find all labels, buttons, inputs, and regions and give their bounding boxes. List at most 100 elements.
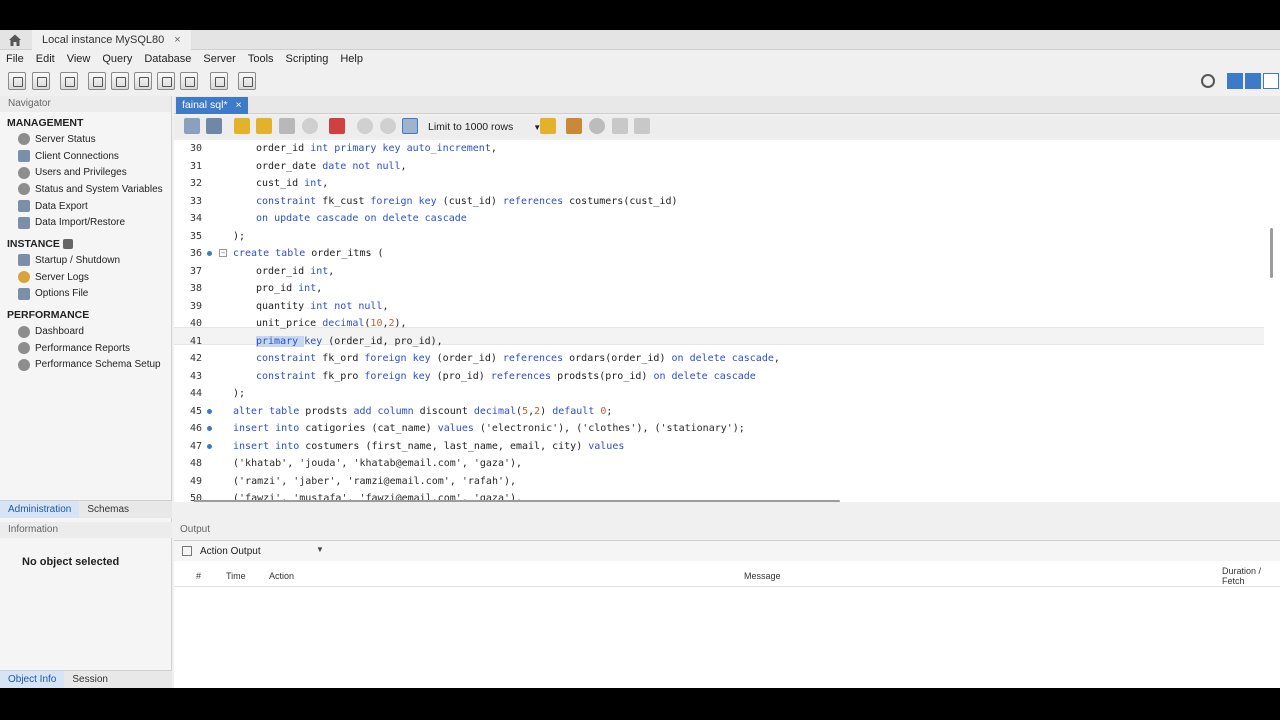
create-function-icon[interactable] xyxy=(180,72,198,90)
toggle-output-icon[interactable] xyxy=(1245,73,1261,89)
open-file-icon[interactable] xyxy=(184,118,200,134)
code-line[interactable]: 48 ('khatab', 'jouda', 'khatab@email.com'… xyxy=(174,455,1274,473)
new-sql-tab-icon[interactable] xyxy=(8,72,26,90)
add-snippet-icon[interactable] xyxy=(540,118,556,134)
menu-view[interactable]: View xyxy=(61,50,97,68)
menu-tools[interactable]: Tools xyxy=(242,50,280,68)
horizontal-scrollbar[interactable] xyxy=(194,500,840,502)
beautify-icon[interactable] xyxy=(566,118,582,134)
sql-file-tab[interactable]: fainal sql* × xyxy=(176,97,248,114)
inspector-icon[interactable] xyxy=(60,72,78,90)
code-line[interactable]: 39 quantity int not null, xyxy=(174,298,1274,316)
execute-icon[interactable] xyxy=(234,118,250,134)
save-icon[interactable] xyxy=(206,118,222,134)
code-line[interactable]: 44); xyxy=(174,385,1274,403)
toggle-error-icon[interactable] xyxy=(329,118,345,134)
nav-server-logs[interactable]: Server Logs xyxy=(0,269,171,286)
code-line[interactable]: 37 order_id int, xyxy=(174,263,1274,281)
code-line[interactable]: 34 on update cascade on delete cascade xyxy=(174,210,1274,228)
nav-dashboard[interactable]: Dashboard xyxy=(0,323,171,340)
nav-performance-reports[interactable]: Performance Reports xyxy=(0,340,171,357)
close-icon[interactable]: × xyxy=(174,34,180,46)
col-time[interactable]: Time xyxy=(226,565,246,587)
line-number: 34 xyxy=(189,213,202,224)
chevron-down-icon[interactable]: ▼ xyxy=(316,545,324,554)
toggle-sidebar-icon[interactable] xyxy=(1227,73,1243,89)
rollback-icon[interactable] xyxy=(380,118,396,134)
tab-session[interactable]: Session xyxy=(64,671,116,688)
nav-data-export[interactable]: Data Export xyxy=(0,198,171,215)
code-line[interactable]: 41 primary key (order_id, pro_id), xyxy=(174,333,1274,351)
code-line[interactable]: 49 ('ramzi', 'jaber', 'ramzi@email.com', … xyxy=(174,473,1274,491)
instance-tab[interactable]: Local instance MySQL80 × xyxy=(32,30,191,50)
nav-startup-shutdown[interactable]: Startup / Shutdown xyxy=(0,252,171,269)
col-action[interactable]: Action xyxy=(269,565,294,587)
code-line[interactable]: 32 cust_id int, xyxy=(174,175,1274,193)
code-line[interactable]: 35); xyxy=(174,228,1274,246)
autocommit-icon[interactable] xyxy=(402,118,418,134)
col-duration[interactable]: Duration / Fetch xyxy=(1222,566,1272,586)
output-mode-select[interactable]: Action Output xyxy=(200,546,261,557)
sql-code-editor[interactable]: 30 order_id int primary key auto_incremen… xyxy=(174,140,1280,502)
create-schema-icon[interactable] xyxy=(88,72,106,90)
vertical-scrollbar[interactable] xyxy=(1270,228,1273,278)
copy-icon[interactable] xyxy=(182,546,192,556)
col-message[interactable]: Message xyxy=(744,565,781,587)
code-line[interactable]: 45 alter table prodsts add column discoun… xyxy=(174,403,1274,421)
col-number[interactable]: # xyxy=(196,565,201,587)
output-mode-bar[interactable]: Action Output ▼ xyxy=(174,541,1280,561)
wrap-lines-icon[interactable] xyxy=(634,118,650,134)
menu-file[interactable]: File xyxy=(0,50,30,68)
settings-gear-icon[interactable] xyxy=(1201,74,1215,88)
explain-icon[interactable] xyxy=(279,118,295,134)
code-text: primary key (order_id, pro_id), xyxy=(256,335,443,347)
close-tab-icon[interactable]: × xyxy=(236,97,242,114)
home-icon[interactable] xyxy=(8,33,22,47)
find-icon[interactable] xyxy=(589,118,605,134)
instance-section-label: INSTANCE xyxy=(7,238,60,251)
toggle-secondary-sidebar-icon[interactable] xyxy=(1263,73,1279,89)
code-line[interactable]: 43 constraint fk_pro foreign key (pro_id)… xyxy=(174,368,1274,386)
code-line[interactable]: 38 pro_id int, xyxy=(174,280,1274,298)
data-export-icon xyxy=(18,200,30,213)
code-line[interactable]: 36 − create table order_itms ( xyxy=(174,245,1274,263)
code-line[interactable]: 31 order_date date not null, xyxy=(174,158,1274,176)
menu-scripting[interactable]: Scripting xyxy=(280,50,335,68)
nav-server-status[interactable]: Server Status xyxy=(0,131,171,148)
menu-help[interactable]: Help xyxy=(334,50,369,68)
nav-client-connections[interactable]: Client Connections xyxy=(0,148,171,165)
nav-users-privileges[interactable]: Users and Privileges xyxy=(0,164,171,181)
invisible-chars-icon[interactable] xyxy=(612,118,628,134)
search-table-data-icon[interactable] xyxy=(210,72,228,90)
limit-rows-select[interactable]: Limit to 1000 rows ▼ xyxy=(428,119,541,135)
menu-database[interactable]: Database xyxy=(138,50,197,68)
menu-query[interactable]: Query xyxy=(96,50,138,68)
code-line[interactable]: 33 constraint fk_cust foreign key (cust_i… xyxy=(174,193,1274,211)
code-line[interactable]: 30 order_id int primary key auto_incremen… xyxy=(174,140,1274,158)
output-panel: Action Output ▼ # Time Action Message Du… xyxy=(174,540,1280,688)
code-line[interactable]: 46 insert into catigories (cat_name) valu… xyxy=(174,420,1274,438)
limit-rows-label: Limit to 1000 rows xyxy=(428,121,514,133)
commit-icon[interactable] xyxy=(357,118,373,134)
create-table-icon[interactable] xyxy=(111,72,129,90)
menu-edit[interactable]: Edit xyxy=(30,50,61,68)
code-line[interactable]: 40 unit_price decimal(10,2), xyxy=(174,315,1274,333)
code-line[interactable]: 42 constraint fk_ord foreign key (order_i… xyxy=(174,350,1274,368)
open-sql-script-icon[interactable] xyxy=(32,72,50,90)
tab-schemas[interactable]: Schemas xyxy=(79,501,137,518)
tab-object-info[interactable]: Object Info xyxy=(0,671,65,688)
create-procedure-icon[interactable] xyxy=(157,72,175,90)
code-text: unit_price decimal(10,2), xyxy=(256,318,407,329)
tab-administration[interactable]: Administration xyxy=(0,501,80,518)
create-view-icon[interactable] xyxy=(134,72,152,90)
execute-current-icon[interactable] xyxy=(256,118,272,134)
reconnect-icon[interactable] xyxy=(238,72,256,90)
stop-icon[interactable] xyxy=(302,118,318,134)
nav-performance-schema[interactable]: Performance Schema Setup xyxy=(0,357,171,374)
nav-options-file[interactable]: Options File xyxy=(0,286,171,303)
fold-toggle-icon[interactable]: − xyxy=(219,249,227,257)
code-line[interactable]: 47 insert into costumers (first_name, las… xyxy=(174,438,1274,456)
menu-server[interactable]: Server xyxy=(197,50,241,68)
nav-status-variables[interactable]: Status and System Variables xyxy=(0,181,171,198)
nav-data-import[interactable]: Data Import/Restore xyxy=(0,214,171,231)
